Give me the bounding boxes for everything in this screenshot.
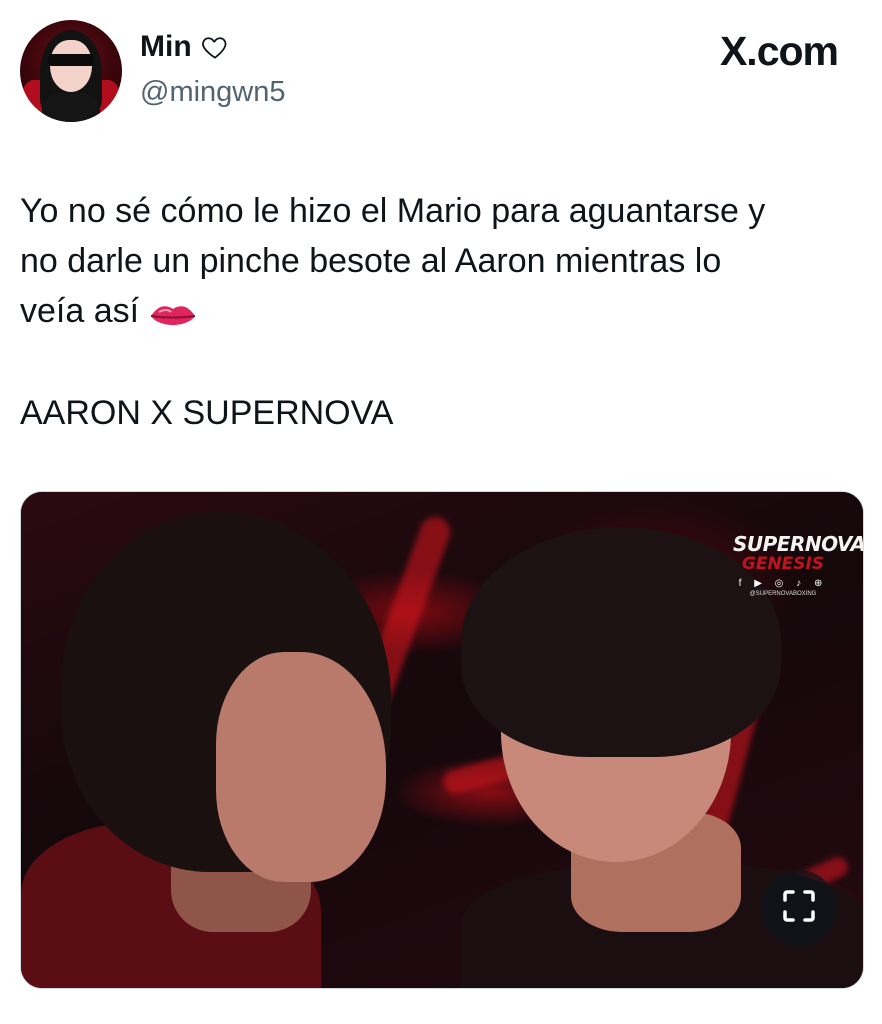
tweet-text-line: no darle un pinche besote al Aaron mient… bbox=[20, 242, 722, 280]
tweet-text: Yo no sé cómo le hizo el Mario para agua… bbox=[20, 186, 870, 336]
lips-icon bbox=[149, 295, 197, 326]
x-brand-logo: X.com bbox=[719, 28, 839, 74]
user-handle[interactable]: @mingwn5 bbox=[140, 76, 286, 109]
expand-icon bbox=[779, 886, 819, 931]
tweet-media-image[interactable]: SUPERNOVA GENESIS f ▶ ◎ ♪ ⊕ @SUPERNOVABO… bbox=[20, 491, 864, 989]
watermark-subtitle: GENESIS bbox=[741, 554, 825, 574]
avatar[interactable] bbox=[20, 20, 122, 122]
expand-button[interactable] bbox=[761, 870, 837, 946]
watermark-handle: @SUPERNOVABOXING bbox=[749, 591, 817, 597]
tweet-text-line: Yo no sé cómo le hizo el Mario para agua… bbox=[20, 192, 766, 230]
tweet-tag-line: AARON X SUPERNOVA bbox=[20, 394, 394, 432]
heart-icon bbox=[200, 32, 230, 62]
name-row: Min bbox=[140, 30, 230, 64]
tweet-header: Min @mingwn5 X.com bbox=[0, 0, 882, 140]
watermark-title: SUPERNOVA bbox=[733, 532, 864, 556]
supernova-watermark: SUPERNOVA GENESIS f ▶ ◎ ♪ ⊕ @SUPERNOVABO… bbox=[733, 532, 864, 597]
tweet-text-line: veía así bbox=[20, 286, 870, 336]
watermark-social-icons: f ▶ ◎ ♪ ⊕ bbox=[738, 578, 828, 589]
display-name[interactable]: Min bbox=[140, 30, 192, 64]
